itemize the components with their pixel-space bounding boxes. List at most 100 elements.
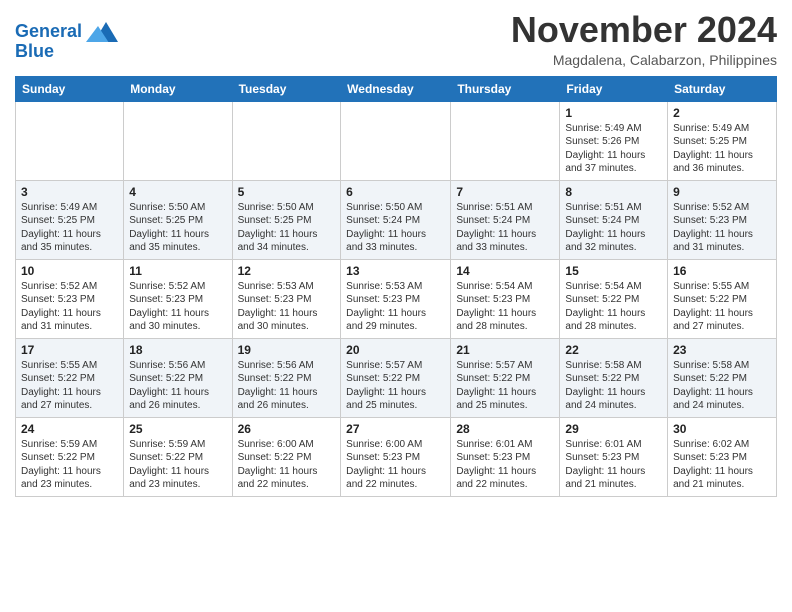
calendar-page: General Blue November 2024 Magdalena, Ca… bbox=[0, 0, 792, 512]
page-header: General Blue November 2024 Magdalena, Ca… bbox=[15, 10, 777, 68]
day-info: Sunrise: 5:57 AM Sunset: 5:22 PM Dayligh… bbox=[346, 359, 445, 413]
day-number: 24 bbox=[21, 422, 118, 436]
weekday-header: Monday bbox=[124, 76, 232, 101]
calendar-cell: 11Sunrise: 5:52 AM Sunset: 5:23 PM Dayli… bbox=[124, 259, 232, 338]
day-number: 2 bbox=[673, 106, 771, 120]
calendar-cell: 8 Sunrise: 5:51 AM Sunset: 5:24 PM Daylig… bbox=[560, 180, 668, 259]
calendar-cell bbox=[451, 101, 560, 180]
calendar-cell: 21Sunrise: 5:57 AM Sunset: 5:22 PM Dayli… bbox=[451, 338, 560, 417]
calendar-week-row: 1 Sunrise: 5:49 AM Sunset: 5:26 PM Daylig… bbox=[16, 101, 777, 180]
logo: General Blue bbox=[15, 16, 118, 62]
day-number: 28 bbox=[456, 422, 554, 436]
calendar-cell: 9 Sunrise: 5:52 AM Sunset: 5:23 PM Daylig… bbox=[668, 180, 777, 259]
day-number: 1 bbox=[565, 106, 662, 120]
calendar-table: SundayMondayTuesdayWednesdayThursdayFrid… bbox=[15, 76, 777, 497]
day-info: Sunrise: 5:50 AM Sunset: 5:25 PM Dayligh… bbox=[129, 201, 226, 255]
calendar-cell: 29Sunrise: 6:01 AM Sunset: 5:23 PM Dayli… bbox=[560, 417, 668, 496]
day-number: 5 bbox=[238, 185, 336, 199]
day-info: Sunrise: 6:02 AM Sunset: 5:23 PM Dayligh… bbox=[673, 438, 771, 492]
day-number: 30 bbox=[673, 422, 771, 436]
day-number: 7 bbox=[456, 185, 554, 199]
day-number: 26 bbox=[238, 422, 336, 436]
weekday-header: Sunday bbox=[16, 76, 124, 101]
calendar-cell: 4Sunrise: 5:50 AM Sunset: 5:25 PM Daylig… bbox=[124, 180, 232, 259]
calendar-cell: 24 Sunrise: 5:59 AM Sunset: 5:22 PM Dayli… bbox=[16, 417, 124, 496]
calendar-cell: 2Sunrise: 5:49 AM Sunset: 5:25 PM Daylig… bbox=[668, 101, 777, 180]
day-info: Sunrise: 5:49 AM Sunset: 5:26 PM Dayligh… bbox=[565, 122, 662, 176]
calendar-cell bbox=[341, 101, 451, 180]
day-number: 11 bbox=[129, 264, 226, 278]
day-info: Sunrise: 5:53 AM Sunset: 5:23 PM Dayligh… bbox=[346, 280, 445, 334]
day-info: Sunrise: 6:00 AM Sunset: 5:23 PM Dayligh… bbox=[346, 438, 445, 492]
day-number: 19 bbox=[238, 343, 336, 357]
calendar-cell: 26 Sunrise: 6:00 AM Sunset: 5:22 PM Dayli… bbox=[232, 417, 341, 496]
weekday-header: Saturday bbox=[668, 76, 777, 101]
calendar-cell: 5 Sunrise: 5:50 AM Sunset: 5:25 PM Daylig… bbox=[232, 180, 341, 259]
calendar-cell bbox=[232, 101, 341, 180]
calendar-cell: 30 Sunrise: 6:02 AM Sunset: 5:23 PM Dayli… bbox=[668, 417, 777, 496]
calendar-cell: 18Sunrise: 5:56 AM Sunset: 5:22 PM Dayli… bbox=[124, 338, 232, 417]
calendar-cell: 1 Sunrise: 5:49 AM Sunset: 5:26 PM Daylig… bbox=[560, 101, 668, 180]
day-info: Sunrise: 5:55 AM Sunset: 5:22 PM Dayligh… bbox=[21, 359, 118, 413]
day-number: 12 bbox=[238, 264, 336, 278]
day-number: 20 bbox=[346, 343, 445, 357]
day-info: Sunrise: 5:50 AM Sunset: 5:25 PM Dayligh… bbox=[238, 201, 336, 255]
calendar-week-row: 3 Sunrise: 5:49 AM Sunset: 5:25 PM Daylig… bbox=[16, 180, 777, 259]
day-info: Sunrise: 5:59 AM Sunset: 5:22 PM Dayligh… bbox=[129, 438, 226, 492]
day-number: 10 bbox=[21, 264, 118, 278]
calendar-cell: 17 Sunrise: 5:55 AM Sunset: 5:22 PM Dayli… bbox=[16, 338, 124, 417]
weekday-header: Friday bbox=[560, 76, 668, 101]
location: Magdalena, Calabarzon, Philippines bbox=[511, 52, 777, 68]
calendar-week-row: 24 Sunrise: 5:59 AM Sunset: 5:22 PM Dayli… bbox=[16, 417, 777, 496]
day-number: 27 bbox=[346, 422, 445, 436]
day-number: 21 bbox=[456, 343, 554, 357]
calendar-cell: 16Sunrise: 5:55 AM Sunset: 5:22 PM Dayli… bbox=[668, 259, 777, 338]
day-info: Sunrise: 5:51 AM Sunset: 5:24 PM Dayligh… bbox=[456, 201, 554, 255]
day-number: 22 bbox=[565, 343, 662, 357]
calendar-cell: 28Sunrise: 6:01 AM Sunset: 5:23 PM Dayli… bbox=[451, 417, 560, 496]
calendar-cell: 22 Sunrise: 5:58 AM Sunset: 5:22 PM Dayli… bbox=[560, 338, 668, 417]
day-info: Sunrise: 5:53 AM Sunset: 5:23 PM Dayligh… bbox=[238, 280, 336, 334]
calendar-cell: 14Sunrise: 5:54 AM Sunset: 5:23 PM Dayli… bbox=[451, 259, 560, 338]
logo-blue-text: Blue bbox=[15, 42, 54, 62]
calendar-cell: 12 Sunrise: 5:53 AM Sunset: 5:23 PM Dayli… bbox=[232, 259, 341, 338]
logo-icon bbox=[86, 16, 118, 48]
day-number: 17 bbox=[21, 343, 118, 357]
day-number: 3 bbox=[21, 185, 118, 199]
calendar-cell: 27 Sunrise: 6:00 AM Sunset: 5:23 PM Dayli… bbox=[341, 417, 451, 496]
day-number: 13 bbox=[346, 264, 445, 278]
day-info: Sunrise: 5:52 AM Sunset: 5:23 PM Dayligh… bbox=[673, 201, 771, 255]
day-info: Sunrise: 6:00 AM Sunset: 5:22 PM Dayligh… bbox=[238, 438, 336, 492]
calendar-cell: 15 Sunrise: 5:54 AM Sunset: 5:22 PM Dayli… bbox=[560, 259, 668, 338]
day-info: Sunrise: 5:54 AM Sunset: 5:22 PM Dayligh… bbox=[565, 280, 662, 334]
day-number: 18 bbox=[129, 343, 226, 357]
calendar-cell: 7 Sunrise: 5:51 AM Sunset: 5:24 PM Daylig… bbox=[451, 180, 560, 259]
calendar-cell: 23 Sunrise: 5:58 AM Sunset: 5:22 PM Dayli… bbox=[668, 338, 777, 417]
title-block: November 2024 Magdalena, Calabarzon, Phi… bbox=[511, 10, 777, 68]
weekday-header: Tuesday bbox=[232, 76, 341, 101]
day-info: Sunrise: 5:49 AM Sunset: 5:25 PM Dayligh… bbox=[21, 201, 118, 255]
day-number: 16 bbox=[673, 264, 771, 278]
day-number: 29 bbox=[565, 422, 662, 436]
logo-text: General bbox=[15, 22, 82, 42]
weekday-header: Wednesday bbox=[341, 76, 451, 101]
day-info: Sunrise: 5:59 AM Sunset: 5:22 PM Dayligh… bbox=[21, 438, 118, 492]
day-number: 9 bbox=[673, 185, 771, 199]
day-number: 6 bbox=[346, 185, 445, 199]
calendar-cell: 25Sunrise: 5:59 AM Sunset: 5:22 PM Dayli… bbox=[124, 417, 232, 496]
day-info: Sunrise: 5:54 AM Sunset: 5:23 PM Dayligh… bbox=[456, 280, 554, 334]
day-info: Sunrise: 5:51 AM Sunset: 5:24 PM Dayligh… bbox=[565, 201, 662, 255]
calendar-cell: 3 Sunrise: 5:49 AM Sunset: 5:25 PM Daylig… bbox=[16, 180, 124, 259]
day-info: Sunrise: 5:56 AM Sunset: 5:22 PM Dayligh… bbox=[238, 359, 336, 413]
day-info: Sunrise: 5:58 AM Sunset: 5:22 PM Dayligh… bbox=[673, 359, 771, 413]
calendar-week-row: 10Sunrise: 5:52 AM Sunset: 5:23 PM Dayli… bbox=[16, 259, 777, 338]
day-number: 15 bbox=[565, 264, 662, 278]
day-number: 23 bbox=[673, 343, 771, 357]
calendar-cell: 13 Sunrise: 5:53 AM Sunset: 5:23 PM Dayli… bbox=[341, 259, 451, 338]
calendar-cell: 10Sunrise: 5:52 AM Sunset: 5:23 PM Dayli… bbox=[16, 259, 124, 338]
calendar-header-row: SundayMondayTuesdayWednesdayThursdayFrid… bbox=[16, 76, 777, 101]
calendar-cell bbox=[124, 101, 232, 180]
day-info: Sunrise: 5:58 AM Sunset: 5:22 PM Dayligh… bbox=[565, 359, 662, 413]
calendar-cell bbox=[16, 101, 124, 180]
day-number: 8 bbox=[565, 185, 662, 199]
